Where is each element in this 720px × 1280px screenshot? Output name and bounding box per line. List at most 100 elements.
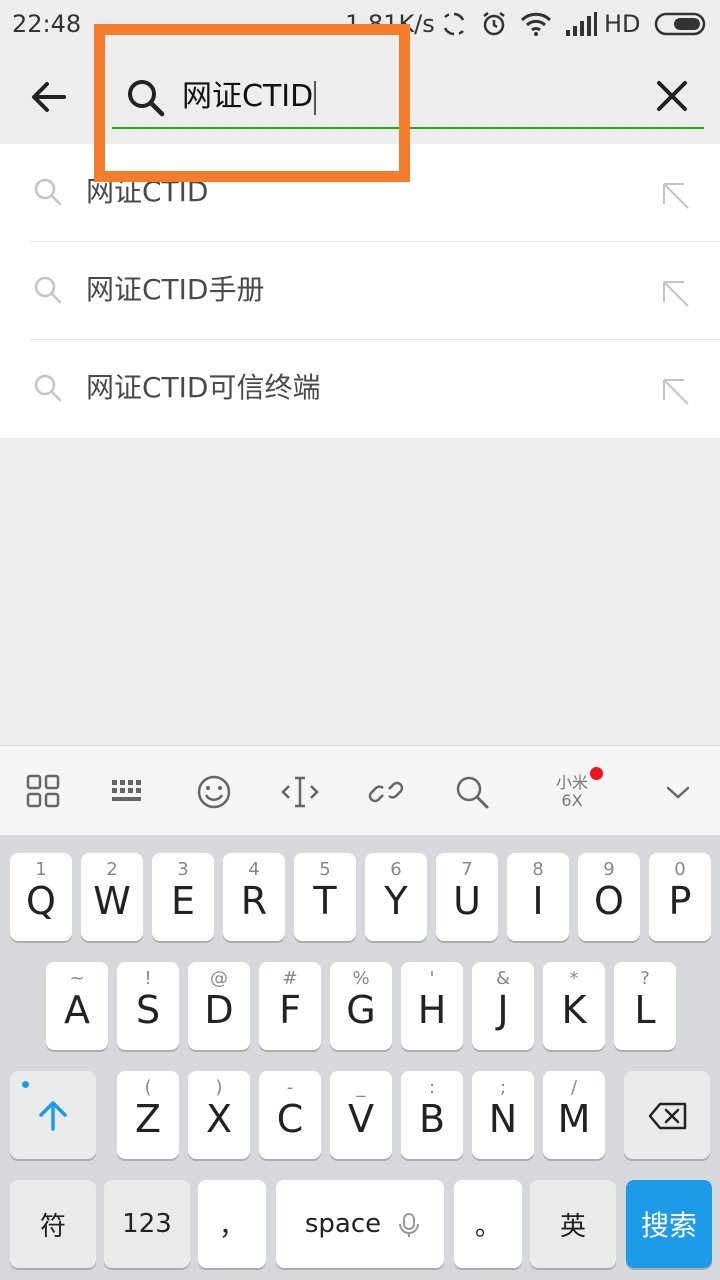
comma-key[interactable]: ， [198, 1180, 266, 1268]
language-switch-key[interactable]: 英 [530, 1180, 616, 1268]
emoji-icon[interactable] [194, 772, 234, 812]
key-label: U [453, 879, 481, 923]
key-n[interactable]: ; N [472, 1071, 534, 1159]
key-x[interactable]: ) X [188, 1071, 250, 1159]
cursor-icon[interactable] [280, 772, 320, 812]
signal-icon [566, 12, 597, 36]
key-label: X [205, 1097, 233, 1141]
key-a[interactable]: ~ A [46, 962, 108, 1050]
key-hint: / [570, 1077, 578, 1098]
sync-icon [443, 12, 465, 36]
suggestion-item[interactable]: 网证CTID可信终端 [0, 340, 720, 438]
space-key[interactable]: space [276, 1180, 444, 1268]
link-icon[interactable] [366, 772, 406, 812]
battery-icon [654, 12, 706, 36]
key-label: Z [134, 1097, 162, 1141]
key-label: I [532, 879, 544, 923]
key-d[interactable]: @ D [188, 962, 250, 1050]
key-f[interactable]: # F [259, 962, 321, 1050]
key-b[interactable]: :B [401, 1071, 463, 1159]
grid-menu-icon[interactable] [24, 772, 64, 812]
key-k[interactable]: * K [543, 962, 605, 1050]
key-label: M [557, 1097, 591, 1141]
key-label: Q [26, 879, 56, 923]
key-hint: 1 [35, 859, 47, 880]
key-hint: - [286, 1077, 294, 1098]
backspace-key[interactable] [624, 1071, 710, 1159]
key-q[interactable]: 1Q [10, 853, 72, 941]
key-hint: 8 [532, 859, 544, 880]
key-label: A [64, 988, 90, 1032]
key-label: S [135, 988, 161, 1032]
search-key[interactable]: 搜索 [626, 1180, 712, 1268]
key-p[interactable]: 0P [649, 853, 711, 941]
key-y[interactable]: 6Y [365, 853, 427, 941]
key-e[interactable]: 3E [152, 853, 214, 941]
key-label: R [240, 879, 268, 923]
key-label: P [668, 879, 692, 923]
suggestion-text: 网证CTID可信终端 [86, 371, 321, 404]
key-hint: 4 [248, 859, 260, 880]
suggestion-item[interactable]: 网证CTID手册 [0, 242, 720, 340]
key-label: K [561, 988, 587, 1032]
key-label: G [346, 988, 376, 1032]
key-label: 英 [559, 1211, 586, 1242]
suggestion-list: 网证CTID 网证CTID手册 网证CTID可信终端 [0, 144, 720, 438]
key-j[interactable]: & J [472, 962, 534, 1050]
key-r[interactable]: 4R [223, 853, 285, 941]
key-label: L [634, 988, 656, 1032]
shift-key[interactable] [10, 1071, 96, 1159]
network-type-label: HD [604, 10, 641, 38]
key-label: 符 [39, 1211, 66, 1242]
key-label: J [497, 988, 509, 1032]
key-hint: ) [215, 1077, 223, 1098]
key-o[interactable]: 9O [578, 853, 640, 941]
period-key[interactable]: 。 [454, 1180, 522, 1268]
key-label: D [204, 988, 234, 1032]
key-h[interactable]: ' H [401, 962, 463, 1050]
key-label: O [594, 879, 624, 923]
key-g[interactable]: % G [330, 962, 392, 1050]
key-w[interactable]: 2W [81, 853, 143, 941]
key-hint: _ [356, 1077, 366, 1098]
key-m[interactable]: / M [543, 1071, 605, 1159]
key-hint: ( [144, 1077, 152, 1098]
key-v[interactable]: _ V [330, 1071, 392, 1159]
search-icon [34, 374, 62, 402]
close-icon[interactable] [650, 74, 694, 118]
suggestion-text: 网证CTID手册 [86, 273, 265, 306]
numbers-key[interactable]: 123 [104, 1180, 190, 1268]
key-hint: 6 [390, 859, 402, 880]
fill-arrow-icon[interactable] [660, 180, 692, 212]
key-t[interactable]: 5T [294, 853, 356, 941]
back-arrow-icon[interactable] [26, 74, 72, 120]
keyboard-icon[interactable] [108, 772, 148, 812]
collapse-icon[interactable] [658, 772, 698, 812]
keyboard-toolbar: 小米 6X [0, 745, 720, 835]
key-z[interactable]: (Z [117, 1071, 179, 1159]
key-i[interactable]: 8I [507, 853, 569, 941]
key-hint: @ [210, 968, 228, 989]
key-label: 123 [122, 1209, 172, 1239]
status-time: 22:48 [12, 10, 82, 38]
search-icon[interactable] [452, 772, 492, 812]
key-label: N [488, 1097, 518, 1141]
symbols-key[interactable]: 符 [10, 1180, 96, 1268]
fill-arrow-icon[interactable] [660, 376, 692, 408]
key-l[interactable]: ? L [614, 962, 676, 1050]
key-label: E [170, 879, 195, 923]
brand-line1: 小米 [555, 773, 588, 792]
key-hint: 7 [461, 859, 473, 880]
key-u[interactable]: 7U [436, 853, 498, 941]
key-label: T [313, 879, 337, 923]
shift-arrow-icon [39, 1101, 67, 1131]
fill-arrow-icon[interactable] [660, 278, 692, 310]
key-label: B [418, 1097, 446, 1141]
key-c[interactable]: -C [259, 1071, 321, 1159]
key-hint: ~ [69, 968, 85, 989]
key-label: C [276, 1097, 304, 1141]
brand-logo[interactable]: 小米 6X [552, 774, 592, 810]
key-s[interactable]: ! S [117, 962, 179, 1050]
key-hint: * [569, 968, 579, 989]
key-hint: 9 [603, 859, 615, 880]
